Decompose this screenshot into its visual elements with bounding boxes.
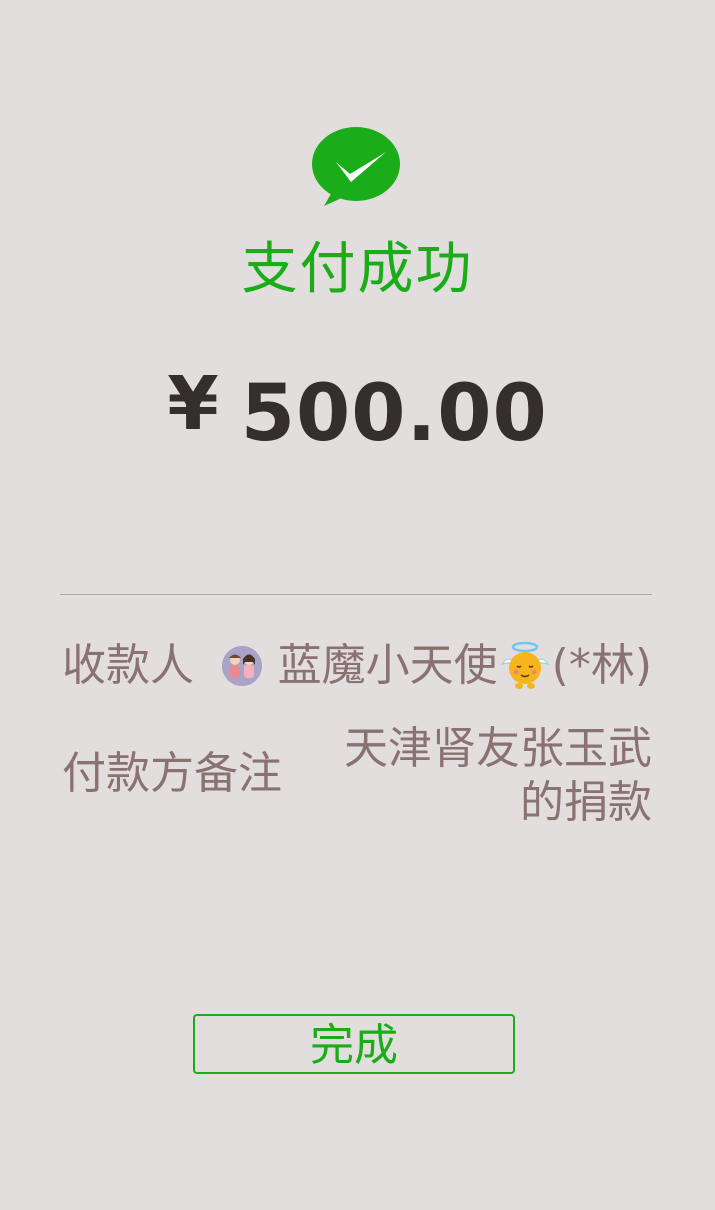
- currency-symbol: ¥: [167, 361, 219, 447]
- payee-name: 蓝魔小天使: [277, 640, 498, 691]
- done-button[interactable]: 完成: [193, 1014, 515, 1074]
- payment-success-title: 支付成功: [241, 237, 474, 302]
- wechat-pay-check-icon: [312, 127, 400, 206]
- divider: [60, 594, 652, 595]
- payee-masked-name: (*林): [551, 640, 652, 691]
- amount-value: 500.00: [240, 369, 548, 459]
- payee-value: 蓝魔小天使 (*林): [221, 638, 652, 694]
- payment-amount: ¥500.00: [0, 356, 715, 464]
- payee-label: 收款人: [62, 640, 194, 691]
- payer-note-value: 天津肾友张玉武的捐款: [344, 723, 652, 828]
- payer-note-label: 付款方备注: [62, 748, 282, 799]
- couple-avatar-icon: [221, 646, 262, 686]
- angel-emoji-icon: [500, 641, 550, 689]
